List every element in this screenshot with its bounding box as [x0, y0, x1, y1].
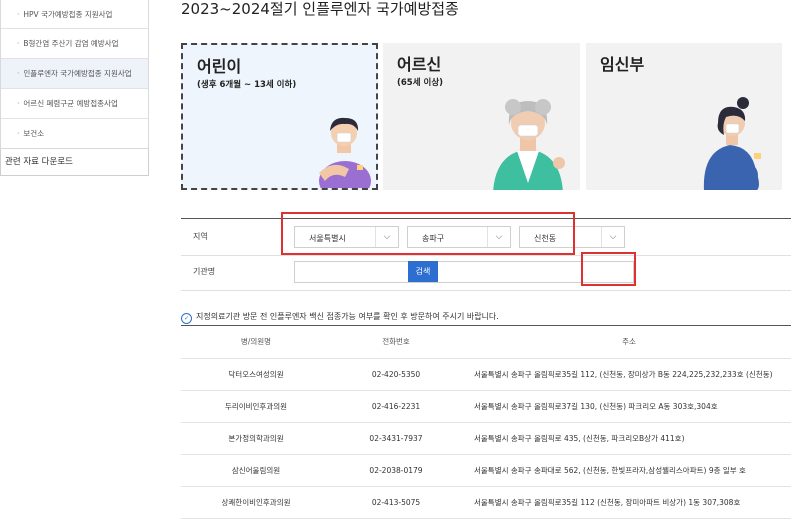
chevron-down-icon: ⌵ — [375, 227, 398, 247]
sidebar-item-hpv[interactable]: · HPV 국가예방접종 지원사업 — [1, 0, 148, 28]
card-seniors[interactable]: 어르신 (65세 이상) — [383, 43, 580, 190]
cell-phone: 02-3431-7937 — [369, 434, 423, 443]
cell-name: 본가정의학과의원 — [228, 434, 284, 443]
dong-select[interactable]: 신천동 ⌵ — [519, 226, 625, 248]
cell-address: 서울특별시 송파구 올림픽로35길 112, (신천동, 장미상가 B동 224… — [474, 370, 773, 379]
sidebar-item-hepatitis-b[interactable]: · B형간염 주산기 감염 예방사업 — [1, 28, 148, 58]
table-row: 상쾌한이비인후과의원 02-413-5075 서울특별시 송파구 올림픽로35길… — [181, 487, 791, 519]
bullet-icon: · — [17, 10, 20, 19]
card-subtitle: (생후 6개월 ~ 13세 이하) — [197, 80, 297, 90]
table-row: 두리이비인후과의원 02-416-2231 서울특별시 송파구 올림픽로37길 … — [181, 391, 791, 423]
sidebar-item-label: B형간염 주산기 감염 예방사업 — [23, 39, 119, 48]
sidebar-item-label: 보건소 — [23, 129, 45, 138]
sigungu-select[interactable]: 송파구 ⌵ — [407, 226, 511, 248]
sigungu-value: 송파구 — [422, 234, 445, 243]
chevron-down-icon: ⌵ — [601, 227, 624, 247]
bullet-icon: · — [17, 129, 20, 138]
sidebar-menu: · HPV 국가예방접종 지원사업 · B형간염 주산기 감염 예방사업 · 인플루엔… — [0, 0, 149, 149]
clinic-table: 병/의원명 전화번호 주소 닥터오스여성의원 02-420-5350 서울특별시… — [181, 325, 791, 519]
bullet-icon: · — [17, 69, 20, 78]
notice-text: 지정의료기관 방문 전 인플루엔자 백신 접종가능 여부를 확인 후 방문하여 … — [196, 312, 499, 321]
header-address: 주소 — [622, 337, 636, 346]
page-title: 2023~2024절기 인플루엔자 국가예방접종 — [181, 0, 459, 18]
institution-row: 기관명 — [181, 254, 791, 291]
sidebar-item-influenza[interactable]: · 인플루엔자 국가예방접종 지원사업 — [1, 58, 148, 88]
bullet-icon: · — [17, 99, 20, 108]
sido-select[interactable]: 서울특별시 ⌵ — [294, 226, 399, 248]
cell-name: 닥터오스여성의원 — [228, 370, 284, 379]
cell-address: 서울특별시 송파구 올림픽로 435, (신천동, 파크리오B상가 411호) — [474, 434, 685, 443]
card-subtitle: (65세 이상) — [397, 78, 444, 88]
card-title: 임신부 — [600, 55, 645, 74]
cell-phone: 02-420-5350 — [371, 370, 421, 379]
sido-value: 서울특별시 — [309, 234, 346, 243]
table-header: 병/의원명 전화번호 주소 — [181, 326, 791, 359]
region-row: 지역 서울특별시 ⌵ 송파구 ⌵ 신천동 ⌵ — [181, 219, 791, 256]
sidebar: · HPV 국가예방접종 지원사업 · B형간염 주산기 감염 예방사업 · 인플루엔… — [0, 0, 149, 176]
child-illustration — [319, 117, 371, 188]
card-pregnant[interactable]: 임신부 — [586, 43, 782, 190]
pregnant-illustration — [703, 97, 761, 190]
sidebar-item-label: HPV 국가예방접종 지원사업 — [23, 10, 113, 19]
sidebar-item-health-center[interactable]: · 보건소 — [1, 118, 148, 148]
check-circle-icon: ✓ — [181, 313, 192, 324]
table-row: 본가정의학과의원 02-3431-7937 서울특별시 송파구 올림픽로 435… — [181, 423, 791, 455]
sidebar-item-label: 어르신 폐렴구균 예방접종사업 — [23, 99, 118, 108]
table-row: 삼신어울림의원 02-2038-0179 서울특별시 송파구 송파대로 562,… — [181, 455, 791, 487]
sidebar-item-label: 인플루엔자 국가예방접종 지원사업 — [23, 69, 132, 78]
header-name: 병/의원명 — [240, 337, 272, 346]
cell-address: 서울특별시 송파구 송파대로 562, (신천동, 한빛프라자,삼성웰리스아파트… — [474, 466, 746, 475]
cell-name: 삼신어울림의원 — [231, 466, 281, 475]
cell-phone: 02-416-2231 — [371, 402, 421, 411]
institution-input[interactable] — [294, 261, 634, 283]
cell-phone: 02-2038-0179 — [369, 466, 423, 475]
search-button[interactable]: 검색 — [408, 261, 438, 282]
sidebar-item-pneumococcal[interactable]: · 어르신 폐렴구균 예방접종사업 — [1, 88, 148, 118]
region-label: 지역 — [193, 232, 208, 241]
senior-illustration — [493, 99, 565, 190]
institution-label: 기관명 — [193, 267, 216, 276]
chevron-down-icon: ⌵ — [487, 227, 510, 247]
dong-value: 신천동 — [534, 234, 557, 243]
header-phone: 전화번호 — [382, 337, 410, 346]
card-title: 어린이 — [197, 57, 242, 76]
notice: ✓ 지정의료기관 방문 전 인플루엔자 백신 접종가능 여부를 확인 후 방문하여… — [181, 311, 499, 324]
bullet-icon: · — [17, 39, 20, 48]
cell-address: 서울특별시 송파구 올림픽로37길 130, (신천동) 파크리오 A동 303… — [474, 402, 718, 411]
download-link[interactable]: 관련 자료 다운로드 — [0, 149, 149, 176]
cell-name: 두리이비인후과의원 — [224, 402, 288, 411]
table-row: 닥터오스여성의원 02-420-5350 서울특별시 송파구 올림픽로35길 1… — [181, 359, 791, 391]
card-title: 어르신 — [397, 55, 442, 74]
card-children[interactable]: 어린이 (생후 6개월 ~ 13세 이하) — [181, 43, 378, 190]
